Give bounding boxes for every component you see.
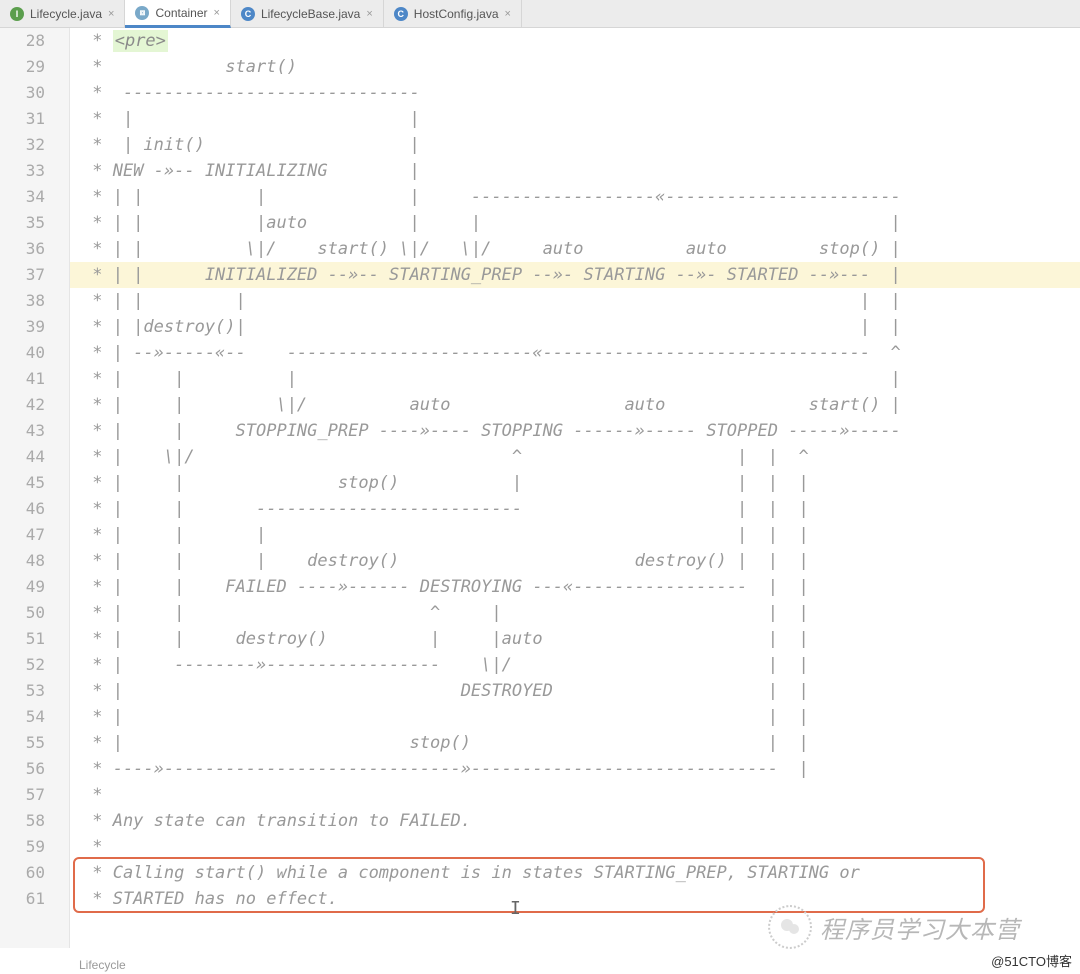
code-line[interactable]: * | | |auto | | | — [70, 210, 1080, 236]
line-number: 42 — [0, 392, 69, 418]
tab-label: LifecycleBase.java — [261, 7, 360, 21]
code-line[interactable]: * start() — [70, 54, 1080, 80]
code-line[interactable]: * | DESTROYED | | — [70, 678, 1080, 704]
file-type-icon: ⧈ — [135, 6, 149, 20]
line-number: 46 — [0, 496, 69, 522]
code-line[interactable]: * | | STOPPING_PREP ----»---- STOPPING -… — [70, 418, 1080, 444]
line-number: 45 — [0, 470, 69, 496]
watermark: @51CTO博客 — [991, 951, 1072, 970]
tab-hostconfig-java[interactable]: C HostConfig.java × — [384, 0, 522, 27]
line-number: 40 — [0, 340, 69, 366]
line-number: 51 — [0, 626, 69, 652]
line-number: 59 — [0, 834, 69, 860]
close-icon[interactable]: × — [214, 7, 220, 19]
line-number: 36 — [0, 236, 69, 262]
tab-bar: I Lifecycle.java × ⧈ Container × C LifecycleBas… — [0, 0, 1080, 28]
line-number: 57 — [0, 782, 69, 808]
code-line[interactable]: * | --------»----------------- \|/ | | — [70, 652, 1080, 678]
code-line[interactable]: * | | | | | — [70, 288, 1080, 314]
line-number: 53 — [0, 678, 69, 704]
code-area[interactable]: * <pre> * start() * --------------------… — [70, 28, 1080, 948]
line-number: 28 — [0, 28, 69, 54]
line-number: 58 — [0, 808, 69, 834]
code-line[interactable]: * NEW -»-- INITIALIZING | — [70, 158, 1080, 184]
code-line[interactable]: * — [70, 834, 1080, 860]
code-line[interactable]: * ----»-----------------------------»---… — [70, 756, 1080, 782]
code-line[interactable]: * | stop() | | — [70, 730, 1080, 756]
line-number: 50 — [0, 600, 69, 626]
tab-lifecycle-java[interactable]: I Lifecycle.java × — [0, 0, 125, 27]
code-line[interactable]: * STARTED has no effect. — [70, 886, 1080, 912]
close-icon[interactable]: × — [108, 8, 114, 20]
code-line[interactable]: * ----------------------------- — [70, 80, 1080, 106]
code-line[interactable]: * <pre> — [70, 28, 1080, 54]
file-type-icon: I — [10, 7, 24, 21]
line-number: 34 — [0, 184, 69, 210]
line-number: 44 — [0, 444, 69, 470]
line-number: 31 — [0, 106, 69, 132]
code-line[interactable]: * | | stop() | | | | — [70, 470, 1080, 496]
line-number: 29 — [0, 54, 69, 80]
close-icon[interactable]: × — [366, 8, 372, 20]
tab-container[interactable]: ⧈ Container × — [125, 0, 230, 28]
code-line[interactable]: * | | \|/ auto auto start() | — [70, 392, 1080, 418]
code-line[interactable]: * Any state can transition to FAILED. — [70, 808, 1080, 834]
line-number: 61 — [0, 886, 69, 912]
line-number: 55 — [0, 730, 69, 756]
line-number: 30 — [0, 80, 69, 106]
file-type-icon: C — [241, 7, 255, 21]
line-number: 48 — [0, 548, 69, 574]
code-line[interactable]: * | --»-----«-- ------------------------… — [70, 340, 1080, 366]
line-number: 39 — [0, 314, 69, 340]
pre-tag: <pre> — [113, 30, 168, 52]
editor: 2829303132333435363738394041424344454647… — [0, 28, 1080, 948]
tab-label: Lifecycle.java — [30, 7, 102, 21]
tab-label: HostConfig.java — [414, 7, 499, 21]
line-number: 41 — [0, 366, 69, 392]
code-line[interactable]: * | | FAILED ----»------ DESTROYING ---«… — [70, 574, 1080, 600]
code-line[interactable]: * | init() | — [70, 132, 1080, 158]
code-line[interactable]: * | | ^ | | | — [70, 600, 1080, 626]
line-number: 37 — [0, 262, 69, 288]
line-number: 47 — [0, 522, 69, 548]
code-line[interactable]: * | |destroy()| | | — [70, 314, 1080, 340]
code-line[interactable]: * | | INITIALIZED --»-- STARTING_PREP --… — [70, 262, 1080, 288]
code-line[interactable]: * | | | — [70, 704, 1080, 730]
line-number: 32 — [0, 132, 69, 158]
code-line[interactable]: * | | \|/ start() \|/ \|/ auto auto stop… — [70, 236, 1080, 262]
line-number: 56 — [0, 756, 69, 782]
line-number: 38 — [0, 288, 69, 314]
code-line[interactable]: * Calling start() while a component is i… — [70, 860, 1080, 886]
tab-label: Container — [155, 6, 207, 20]
code-line[interactable]: * | | — [70, 106, 1080, 132]
line-number: 49 — [0, 574, 69, 600]
code-line[interactable]: * — [70, 782, 1080, 808]
code-line[interactable]: * | | | destroy() destroy() | | | — [70, 548, 1080, 574]
file-type-icon: C — [394, 7, 408, 21]
code-line[interactable]: * | \|/ ^ | | ^ — [70, 444, 1080, 470]
code-line[interactable]: * | | destroy() | |auto | | — [70, 626, 1080, 652]
code-line[interactable]: * | | | | — [70, 366, 1080, 392]
line-number: 54 — [0, 704, 69, 730]
line-number: 35 — [0, 210, 69, 236]
line-number: 52 — [0, 652, 69, 678]
gutter: 2829303132333435363738394041424344454647… — [0, 28, 70, 948]
code-line[interactable]: * | | | | | | — [70, 522, 1080, 548]
code-line[interactable]: * | | | | ------------------«-----------… — [70, 184, 1080, 210]
line-number: 60 — [0, 860, 69, 886]
code-line[interactable]: * | | -------------------------- | | | — [70, 496, 1080, 522]
line-number: 33 — [0, 158, 69, 184]
line-number: 43 — [0, 418, 69, 444]
tab-lifecyclebase-java[interactable]: C LifecycleBase.java × — [231, 0, 384, 27]
close-icon[interactable]: × — [505, 8, 511, 20]
text-cursor-icon: I — [510, 898, 521, 919]
breadcrumb[interactable]: Lifecycle — [75, 956, 130, 974]
